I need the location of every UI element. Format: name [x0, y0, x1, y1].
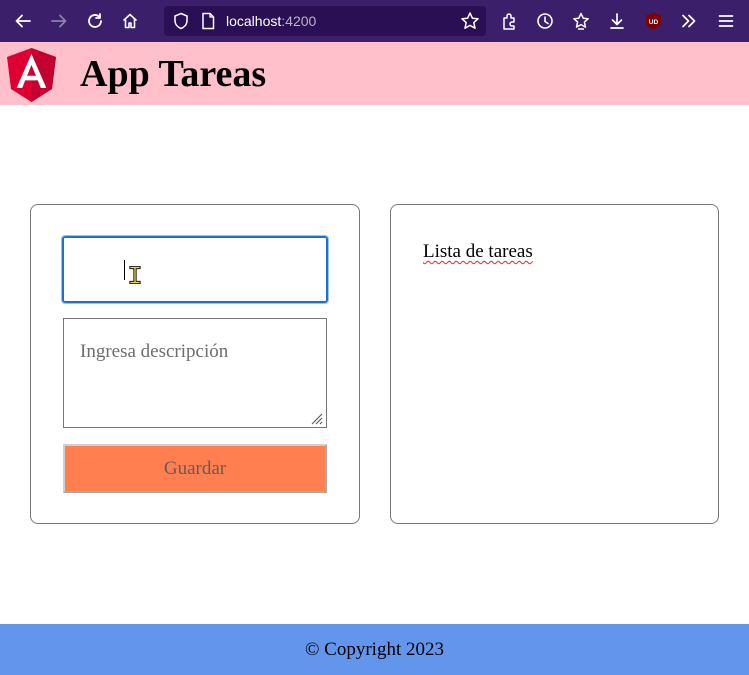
- url-text[interactable]: localhost:4200: [226, 13, 316, 29]
- task-form-card: Guardar: [30, 204, 360, 524]
- page-icon: [202, 12, 215, 30]
- forward-icon[interactable]: [48, 10, 70, 32]
- overflow-chevrons-icon[interactable]: [678, 10, 700, 32]
- task-list-title: Lista de tareas: [423, 241, 533, 262]
- url-bar[interactable]: localhost:4200: [164, 6, 486, 36]
- save-button[interactable]: Guardar: [63, 444, 327, 493]
- app-header: App Tareas: [0, 42, 749, 105]
- angular-logo: [7, 48, 56, 102]
- svg-text:UD: UD: [649, 19, 659, 26]
- extensions-icon[interactable]: [499, 10, 521, 32]
- bookmark-star-icon[interactable]: [460, 11, 480, 31]
- text-cursor-icon: [129, 266, 141, 284]
- page-title: App Tareas: [80, 53, 267, 95]
- bookmarks-icon[interactable]: [570, 10, 592, 32]
- footer: © Copyright 2023: [0, 624, 749, 675]
- text-caret: [124, 260, 125, 280]
- home-icon[interactable]: [119, 10, 141, 32]
- downloads-icon[interactable]: [606, 10, 628, 32]
- copyright-text: © Copyright 2023: [305, 638, 444, 660]
- ublock-icon[interactable]: UD: [645, 12, 662, 30]
- resize-grip-icon[interactable]: [309, 411, 323, 425]
- task-list-card: Lista de tareas: [390, 204, 719, 524]
- task-title-input[interactable]: [61, 235, 329, 304]
- menu-icon[interactable]: [715, 10, 737, 32]
- history-icon[interactable]: [534, 10, 556, 32]
- browser-toolbar: localhost:4200 UD: [0, 0, 749, 42]
- shield-icon[interactable]: [172, 12, 190, 30]
- reload-icon[interactable]: [84, 10, 106, 32]
- back-icon[interactable]: [12, 10, 34, 32]
- task-description-textarea[interactable]: [63, 318, 327, 428]
